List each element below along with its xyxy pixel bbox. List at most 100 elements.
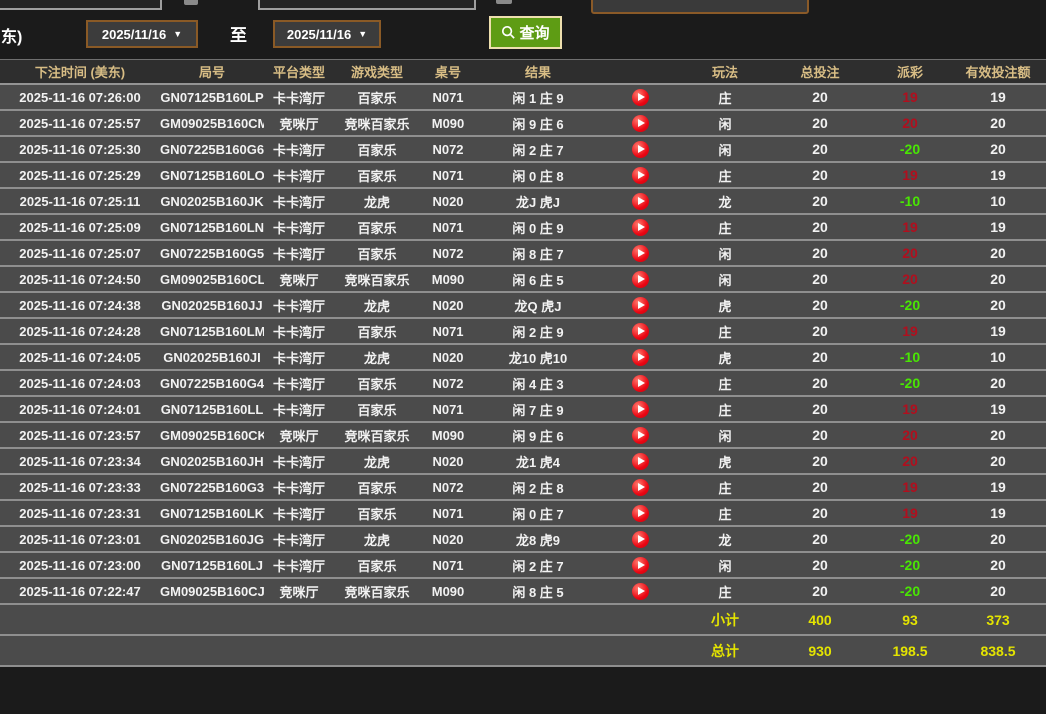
bet-time-cell: 2025-11-16 07:26:00 — [0, 85, 160, 111]
result-cell: 闲 9 庄 6 — [476, 111, 600, 137]
play-type-cell: 庄 — [680, 85, 770, 111]
table-header-row: 下注时间 (美东) 局号 平台类型 游戏类型 桌号 结果 玩法 总投注 派彩 有… — [0, 59, 1046, 85]
valid-bet-cell: 19 — [950, 501, 1046, 527]
play-type-cell: 闲 — [680, 111, 770, 137]
bet-time-cell: 2025-11-16 07:23:57 — [0, 423, 160, 449]
col-header-table-no: 桌号 — [420, 59, 476, 85]
play-type-cell: 庄 — [680, 579, 770, 605]
col-header-platform: 平台类型 — [264, 59, 334, 85]
round-id-cell: GM09025B160CM — [160, 111, 264, 137]
replay-video-icon[interactable] — [632, 323, 649, 340]
replay-video-icon[interactable] — [632, 89, 649, 106]
replay-video-icon[interactable] — [632, 479, 649, 496]
result-cell: 闲 0 庄 8 — [476, 163, 600, 189]
game-type-cell: 龙虎 — [334, 345, 420, 371]
platform-cell: 卡卡湾厅 — [264, 397, 334, 423]
bet-time-cell: 2025-11-16 07:23:33 — [0, 475, 160, 501]
result-cell: 闲 2 庄 7 — [476, 553, 600, 579]
platform-cell: 竞咪厅 — [264, 111, 334, 137]
table-row: 2025-11-16 07:24:38 GN02025B160JJ 卡卡湾厅 龙… — [0, 293, 1046, 319]
valid-bet-cell: 20 — [950, 293, 1046, 319]
truncated-input-1[interactable] — [0, 0, 162, 10]
replay-video-icon[interactable] — [632, 297, 649, 314]
play-type-cell: 庄 — [680, 163, 770, 189]
total-bet-cell: 20 — [770, 553, 870, 579]
bet-time-cell: 2025-11-16 07:24:01 — [0, 397, 160, 423]
replay-video-icon[interactable] — [632, 219, 649, 236]
grand-total-valid-bet: 838.5 — [950, 636, 1046, 667]
round-id-cell: GN02025B160JK — [160, 189, 264, 215]
col-header-bet-time: 下注时间 (美东) — [0, 59, 160, 85]
round-id-cell: GN02025B160JJ — [160, 293, 264, 319]
game-type-cell: 百家乐 — [334, 371, 420, 397]
replay-cell — [600, 553, 680, 579]
replay-video-icon[interactable] — [632, 349, 649, 366]
truncated-control-1[interactable] — [184, 0, 198, 5]
query-button[interactable]: 查询 — [489, 16, 562, 49]
table-no-cell: N020 — [420, 293, 476, 319]
date-from-select[interactable]: 2025/11/16 ▼ — [86, 20, 198, 48]
table-no-cell: N020 — [420, 189, 476, 215]
valid-bet-cell: 20 — [950, 579, 1046, 605]
game-type-cell: 百家乐 — [334, 215, 420, 241]
game-type-cell: 竞咪百家乐 — [334, 579, 420, 605]
play-type-cell: 龙 — [680, 527, 770, 553]
subtotal-label: 小计 — [680, 605, 770, 636]
replay-video-icon[interactable] — [632, 245, 649, 262]
chevron-down-icon: ▼ — [358, 30, 367, 39]
result-cell: 闲 8 庄 7 — [476, 241, 600, 267]
replay-cell — [600, 111, 680, 137]
table-no-cell: N071 — [420, 319, 476, 345]
table-row: 2025-11-16 07:23:33 GN07225B160G3 卡卡湾厅 百… — [0, 475, 1046, 501]
payout-cell: 19 — [870, 163, 950, 189]
replay-video-icon[interactable] — [632, 531, 649, 548]
payout-cell: -10 — [870, 345, 950, 371]
game-type-cell: 百家乐 — [334, 85, 420, 111]
total-bet-cell: 20 — [770, 501, 870, 527]
replay-video-icon[interactable] — [632, 115, 649, 132]
total-bet-cell: 20 — [770, 241, 870, 267]
platform-cell: 卡卡湾厅 — [264, 501, 334, 527]
total-bet-cell: 20 — [770, 319, 870, 345]
valid-bet-cell: 10 — [950, 189, 1046, 215]
grand-total-row: 总计 930 198.5 838.5 — [0, 636, 1046, 667]
round-id-cell: GN07125B160LL — [160, 397, 264, 423]
play-type-cell: 闲 — [680, 553, 770, 579]
replay-cell — [600, 241, 680, 267]
truncated-dropdown[interactable] — [591, 0, 809, 14]
replay-video-icon[interactable] — [632, 193, 649, 210]
col-header-replay — [600, 59, 680, 85]
table-no-cell: N071 — [420, 163, 476, 189]
subtotal-total-bet: 400 — [770, 605, 870, 636]
replay-video-icon[interactable] — [632, 401, 649, 418]
play-type-cell: 庄 — [680, 397, 770, 423]
round-id-cell: GN07125B160LO — [160, 163, 264, 189]
replay-video-icon[interactable] — [632, 271, 649, 288]
replay-video-icon[interactable] — [632, 505, 649, 522]
round-id-cell: GN02025B160JI — [160, 345, 264, 371]
result-cell: 闲 9 庄 6 — [476, 423, 600, 449]
platform-cell: 卡卡湾厅 — [264, 293, 334, 319]
bet-time-cell: 2025-11-16 07:24:05 — [0, 345, 160, 371]
valid-bet-cell: 20 — [950, 241, 1046, 267]
replay-video-icon[interactable] — [632, 557, 649, 574]
valid-bet-cell: 20 — [950, 527, 1046, 553]
replay-video-icon[interactable] — [632, 167, 649, 184]
play-type-cell: 闲 — [680, 267, 770, 293]
game-type-cell: 竞咪百家乐 — [334, 111, 420, 137]
play-type-cell: 虎 — [680, 345, 770, 371]
query-button-label: 查询 — [519, 22, 549, 43]
valid-bet-cell: 19 — [950, 85, 1046, 111]
date-to-select[interactable]: 2025/11/16 ▼ — [273, 20, 381, 48]
truncated-control-2[interactable] — [496, 0, 512, 4]
replay-video-icon[interactable] — [632, 427, 649, 444]
replay-video-icon[interactable] — [632, 141, 649, 158]
payout-cell: -20 — [870, 527, 950, 553]
replay-video-icon[interactable] — [632, 453, 649, 470]
replay-video-icon[interactable] — [632, 375, 649, 392]
play-type-cell: 虎 — [680, 293, 770, 319]
bet-time-cell: 2025-11-16 07:24:28 — [0, 319, 160, 345]
truncated-input-2[interactable] — [258, 0, 476, 10]
bet-time-cell: 2025-11-16 07:22:47 — [0, 579, 160, 605]
replay-video-icon[interactable] — [632, 583, 649, 600]
